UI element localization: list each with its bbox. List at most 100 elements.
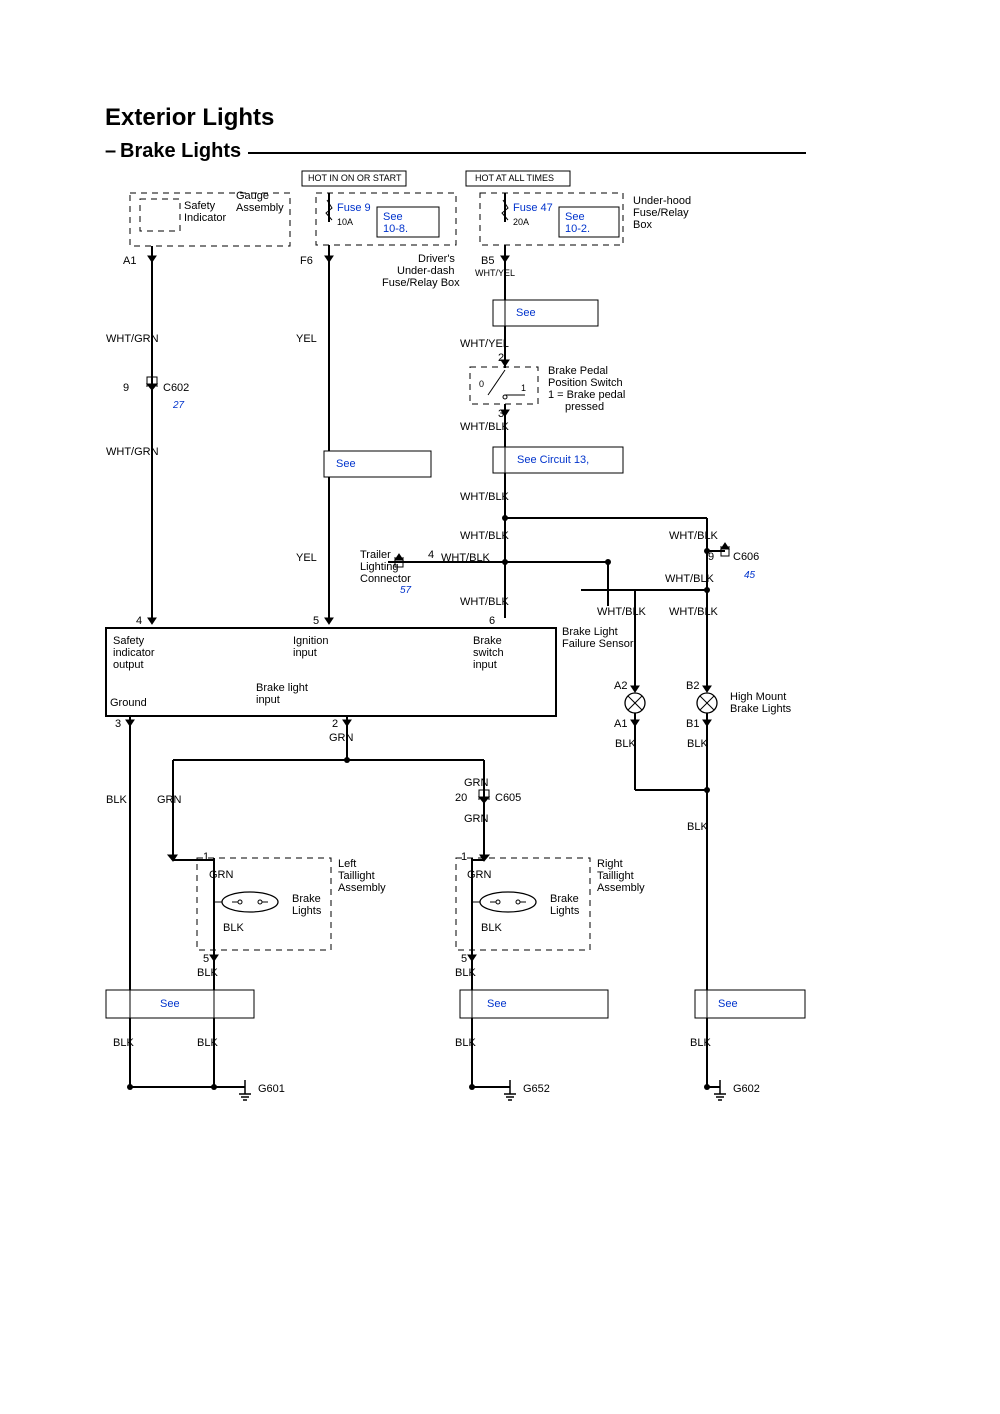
wire-whtblk-3: WHT/BLK bbox=[460, 530, 509, 543]
pin-1-l: 1 bbox=[203, 851, 209, 864]
sw0: 0 bbox=[479, 379, 484, 389]
hot-all-times-label: HOT AT ALL TIMES bbox=[475, 173, 554, 183]
wiring-svg bbox=[0, 0, 1000, 1414]
fuse9-rating: 10A bbox=[337, 217, 353, 227]
wire-whtgrn-1: WHT/GRN bbox=[106, 333, 159, 346]
pin-b5: B5 bbox=[481, 255, 494, 268]
wire-blk-hm1: BLK bbox=[615, 738, 636, 751]
wire-whtblk-2: WHT/BLK bbox=[460, 491, 509, 504]
rtail-2: Taillight bbox=[597, 870, 634, 883]
ltail-3: Assembly bbox=[338, 882, 386, 895]
sig-safety-3: output bbox=[113, 659, 144, 672]
wire-blk-lout: BLK bbox=[197, 967, 218, 980]
see-bottom-2: See bbox=[487, 998, 507, 1011]
wire-blk-rout: BLK bbox=[455, 967, 476, 980]
high-mount-1: High Mount bbox=[730, 691, 786, 704]
wire-blk-hm2: BLK bbox=[687, 738, 708, 751]
wire-grn-l: GRN bbox=[209, 869, 233, 882]
pin-2: 2 bbox=[498, 352, 504, 365]
wire-whtblk-4: WHT/BLK bbox=[669, 530, 718, 543]
pin-5-r: 5 bbox=[461, 953, 467, 966]
wire-whtblk-7: WHT/BLK bbox=[597, 606, 646, 619]
safety-indicator-label-1: Safety bbox=[184, 200, 215, 213]
fuse9-name: Fuse 9 bbox=[337, 202, 371, 215]
blk-g1a: BLK bbox=[113, 1037, 134, 1050]
bps-2: Position Switch bbox=[548, 377, 623, 390]
pin-5-l: 5 bbox=[203, 953, 209, 966]
wire-grn-3: GRN bbox=[464, 777, 488, 790]
hot-on-start-label: HOT IN ON OR START bbox=[308, 173, 402, 183]
wire-whtblk-5: WHT/BLK bbox=[665, 573, 714, 586]
pin-1-r: 1 bbox=[461, 851, 467, 864]
conn-c605: C605 bbox=[495, 792, 521, 805]
wire-grn-4: GRN bbox=[464, 813, 488, 826]
sig-gnd: Ground bbox=[110, 697, 147, 710]
wire-grn-r: GRN bbox=[467, 869, 491, 882]
ref-57: 57 bbox=[400, 585, 411, 597]
bps-3: 1 = Brake pedal bbox=[548, 389, 625, 402]
fuse47-name: Fuse 47 bbox=[513, 202, 553, 215]
wire-whtblk-8: WHT/BLK bbox=[669, 606, 718, 619]
conn-c602: C602 bbox=[163, 382, 189, 395]
under-hood-2: Fuse/Relay bbox=[633, 207, 689, 220]
trailer-2: Lighting bbox=[360, 561, 399, 574]
wire-blk-hm3: BLK bbox=[687, 821, 708, 834]
sig-safety-1: Safety bbox=[113, 635, 144, 648]
wire-whtblk-1: WHT/BLK bbox=[460, 421, 509, 434]
gnd-g652: G652 bbox=[523, 1083, 550, 1096]
sig-ign-2: input bbox=[293, 647, 317, 660]
blk-g1b: BLK bbox=[197, 1037, 218, 1050]
under-hood-3: Box bbox=[633, 219, 652, 232]
sig-safety-2: indicator bbox=[113, 647, 155, 660]
pin-a1b: A1 bbox=[614, 718, 627, 731]
pin-f6: F6 bbox=[300, 255, 313, 268]
drivers-box-3: Fuse/Relay Box bbox=[382, 277, 460, 290]
pin-9-c602: 9 bbox=[123, 382, 129, 395]
wire-whtyel-2: WHT/YEL bbox=[460, 338, 509, 351]
pin-b1: B1 bbox=[686, 718, 699, 731]
gauge-label-1: Gauge bbox=[236, 190, 269, 203]
pin-4: 4 bbox=[136, 615, 142, 628]
wire-whtgrn-2: WHT/GRN bbox=[106, 446, 159, 459]
trailer-3: Connector bbox=[360, 573, 411, 586]
fuse47-rating: 20A bbox=[513, 217, 529, 227]
fuse47-see: See bbox=[565, 211, 585, 224]
pin-b2: B2 bbox=[686, 680, 699, 693]
sensor-name-2: Failure Sensor bbox=[562, 638, 634, 651]
wire-whtblk-tr: WHT/BLK bbox=[441, 552, 490, 565]
wire-blk-rin: BLK bbox=[481, 922, 502, 935]
wire-yel-2: YEL bbox=[296, 552, 317, 565]
see-yel: See bbox=[336, 458, 356, 471]
pin-20: 20 bbox=[455, 792, 467, 805]
blights-r1: Brake bbox=[550, 893, 579, 906]
sig-bsw-2: switch bbox=[473, 647, 504, 660]
drivers-box-1: Driver's bbox=[418, 253, 455, 266]
see-whtyel: See bbox=[516, 307, 536, 320]
fuse9-see: See bbox=[383, 211, 403, 224]
blights-l2: Lights bbox=[292, 905, 321, 918]
high-mount-2: Brake Lights bbox=[730, 703, 791, 716]
wire-whtblk-6: WHT/BLK bbox=[460, 596, 509, 609]
sig-bsw-3: input bbox=[473, 659, 497, 672]
gnd-g601: G601 bbox=[258, 1083, 285, 1096]
trailer-1: Trailer bbox=[360, 549, 391, 562]
safety-indicator-label-2: Indicator bbox=[184, 212, 226, 225]
pin-4-trailer: 4 bbox=[428, 549, 434, 562]
pin-9-c606: 9 bbox=[708, 551, 714, 564]
pin-5: 5 bbox=[313, 615, 319, 628]
bps-1: Brake Pedal bbox=[548, 365, 608, 378]
ref-27: 27 bbox=[173, 400, 184, 412]
drivers-box-2: Under-dash bbox=[397, 265, 454, 278]
sw1: 1 bbox=[521, 383, 526, 393]
blk-g3: BLK bbox=[690, 1037, 711, 1050]
sensor-name-1: Brake Light bbox=[562, 626, 618, 639]
gnd-g602: G602 bbox=[733, 1083, 760, 1096]
wire-yel-1: YEL bbox=[296, 333, 317, 346]
pin-3b: 3 bbox=[115, 718, 121, 731]
fuse9-ref: 10-8. bbox=[383, 223, 408, 236]
wire-whtyel-1: WHT/YEL bbox=[475, 268, 515, 278]
fuse47-ref: 10-2. bbox=[565, 223, 590, 236]
pin-6: 6 bbox=[489, 615, 495, 628]
pin-a1: A1 bbox=[123, 255, 136, 268]
pin-3: 3 bbox=[498, 408, 504, 421]
